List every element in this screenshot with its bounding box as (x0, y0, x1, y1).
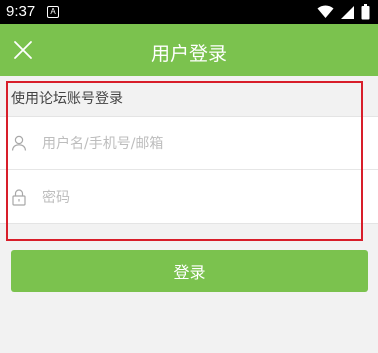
username-row (0, 117, 378, 170)
wifi-icon (317, 5, 334, 18)
notification-icon: A (47, 6, 59, 18)
status-bar: 9:37 A (0, 0, 378, 24)
username-input[interactable] (42, 117, 362, 170)
status-icons (317, 4, 370, 20)
login-panel: 使用论坛账号登录 (0, 76, 378, 236)
section-label: 使用论坛账号登录 (11, 91, 123, 107)
app-bar: 用户登录 (0, 24, 378, 76)
user-icon (11, 135, 27, 151)
status-time: 9:37 (6, 3, 36, 20)
login-form (0, 116, 378, 224)
password-row (0, 171, 378, 224)
lock-icon (12, 189, 26, 206)
battery-icon (361, 4, 370, 20)
password-input[interactable] (42, 171, 362, 224)
page-title: 用户登录 (150, 43, 227, 65)
login-button[interactable]: 登录 (11, 250, 368, 292)
signal-icon (341, 5, 354, 19)
